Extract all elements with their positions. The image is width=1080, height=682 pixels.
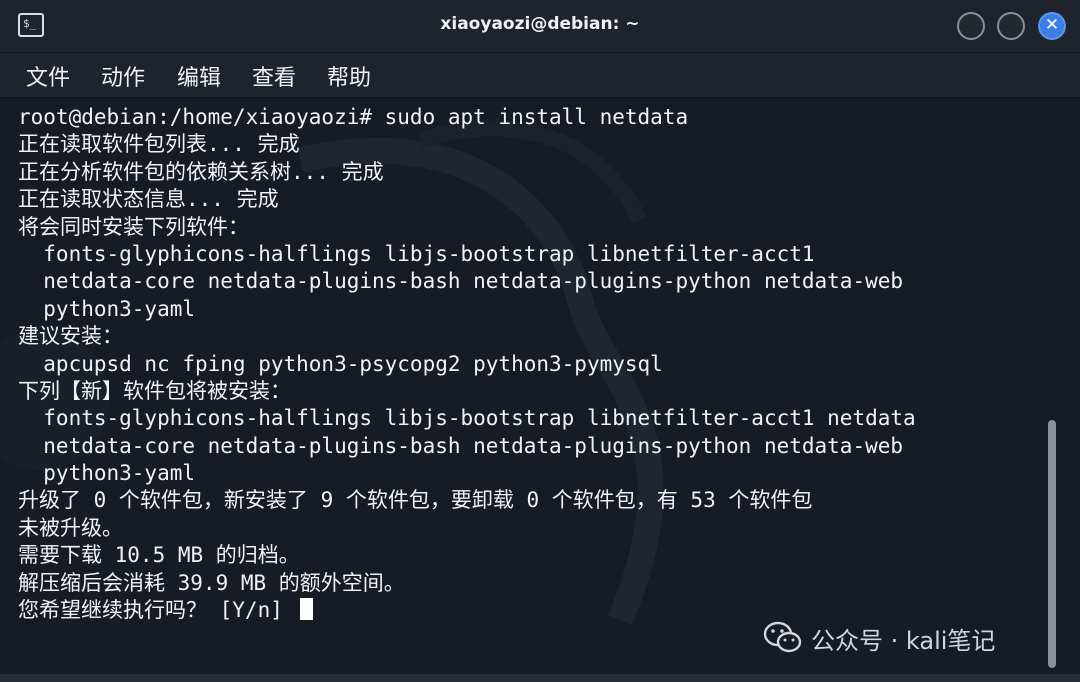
terminal-window: $_ xiaoyaozi@debian: ~ ✕ 文件 动作 编辑 查看 帮助 … (0, 0, 1080, 682)
close-button[interactable]: ✕ (1038, 12, 1066, 40)
menu-view[interactable]: 查看 (252, 60, 296, 92)
title-bar: $_ xiaoyaozi@debian: ~ ✕ (0, 0, 1080, 53)
terminal-line: 建议安装： (18, 324, 123, 349)
maximize-button[interactable] (997, 12, 1025, 40)
terminal-line: 正在分析软件包的依赖关系树... 完成 (18, 159, 384, 184)
terminal-line: root@debian:/home/xiaoyaozi# sudo apt in… (18, 105, 689, 129)
window-bottom-border (0, 674, 1080, 682)
watermark: 公众号 · kali笔记 (763, 620, 995, 656)
terminal-line: python3-yaml (18, 461, 196, 486)
watermark-text: 公众号 · kali笔记 (811, 626, 996, 655)
scrollbar[interactable] (1048, 420, 1056, 668)
terminal-output[interactable]: root@debian:/home/xiaoyaozi# sudo apt in… (18, 104, 1048, 664)
window-title: xiaoyaozi@debian: ~ (440, 14, 640, 34)
terminal-line: 解压缩后会消耗 39.9 MB 的额外空间。 (18, 570, 405, 595)
terminal-line: 正在读取软件包列表... 完成 (18, 132, 300, 157)
text-cursor (299, 598, 313, 621)
terminal-line: fonts-glyphicons-halflings libjs-bootstr… (18, 406, 916, 431)
wechat-icon (763, 621, 802, 653)
terminal-line: apcupsd nc fping python3-psycopg2 python… (18, 351, 663, 376)
terminal-line: 需要下载 10.5 MB 的归档。 (18, 543, 300, 568)
terminal-line: 正在读取状态信息... 完成 (18, 187, 279, 212)
menu-action[interactable]: 动作 (101, 60, 145, 92)
terminal-line: fonts-glyphicons-halflings libjs-bootstr… (18, 241, 815, 266)
terminal-line: 将会同时安装下列软件： (18, 214, 249, 239)
terminal-line: netdata-core netdata-plugins-bash netdat… (18, 269, 904, 294)
menu-file[interactable]: 文件 (26, 60, 70, 92)
minimize-button[interactable] (957, 12, 985, 40)
prompt-question: 您希望继续执行吗？ [Y/n] (18, 598, 296, 623)
menu-help[interactable]: 帮助 (327, 60, 371, 92)
terminal-line: python3-yaml (18, 296, 196, 321)
menu-bar: 文件 动作 编辑 查看 帮助 (0, 53, 1080, 98)
terminal-line: 升级了 0 个软件包，新安装了 9 个软件包，要卸载 0 个软件包，有 53 个… (18, 488, 813, 513)
terminal-line: 下列【新】软件包将被安装： (18, 378, 291, 403)
menu-edit[interactable]: 编辑 (177, 60, 221, 92)
terminal-line: netdata-core netdata-plugins-bash netdat… (18, 433, 904, 458)
terminal-line: 未被升级。 (18, 515, 123, 540)
close-icon: ✕ (1044, 15, 1060, 35)
